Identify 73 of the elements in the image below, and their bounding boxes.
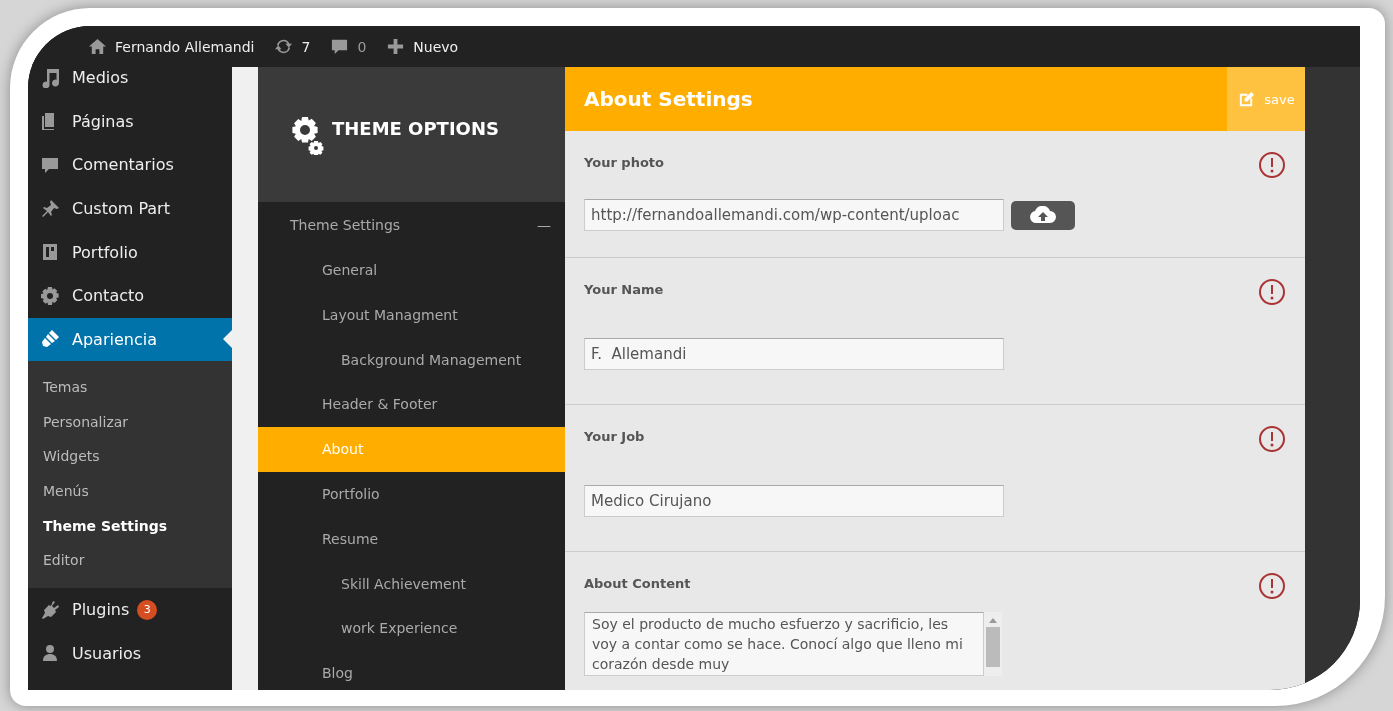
submenu-item[interactable]: Widgets <box>28 439 232 474</box>
collapse-toggle[interactable]: — <box>537 217 551 233</box>
section-label: Theme Settings <box>290 217 401 233</box>
theme-options-title: THEME OPTIONS <box>332 118 499 139</box>
submenu-item[interactable]: Temas <box>28 370 232 405</box>
site-name-link[interactable]: Fernando Allemandi <box>115 38 255 55</box>
theme-nav-item[interactable]: Blog <box>258 651 565 690</box>
textarea-field[interactable]: Soy el producto de mucho esfuerzo y sacrificio, les voy a contar como se hace. Conocí algo que lleno mi corazón desde muy <box>584 612 984 676</box>
update-count-badge: 3 <box>137 599 158 620</box>
gear-icon <box>40 285 60 306</box>
alert-icon[interactable] <box>1258 572 1286 600</box>
upload-button[interactable] <box>1011 200 1075 230</box>
theme-nav-item[interactable]: Resume <box>258 516 565 562</box>
updates-count[interactable]: 7 <box>301 38 311 55</box>
sidebar-item-label: Apariencia <box>72 329 157 349</box>
sidebar-item[interactable]: Páginas <box>28 99 232 144</box>
sidebar-item-label: Portfolio <box>72 242 138 262</box>
sidebar-item-label: Comentarios <box>72 155 174 175</box>
sidebar-item-label: Contacto <box>72 286 145 306</box>
sidebar-item-label: Páginas <box>72 111 134 131</box>
sidebar-item-label: Medios <box>72 68 129 88</box>
sidebar-item[interactable]: Custom Part <box>28 186 232 231</box>
settings-title: About Settings <box>583 87 753 111</box>
scrollbar-thumb[interactable] <box>986 627 1000 667</box>
sidebar-item[interactable]: Apariencia <box>28 317 232 362</box>
cloud-upload-icon <box>1029 206 1057 224</box>
url-input-field[interactable]: http://fernandoallemandi.com/wp-content/uploac <box>584 199 1004 231</box>
sidebar-item[interactable]: Contacto <box>28 273 232 318</box>
theme-settings-section[interactable]: Theme Settings — <box>258 202 565 248</box>
sidebar-item-label: Plugins <box>72 600 130 619</box>
music-note-icon <box>40 67 60 88</box>
sidebar-item[interactable]: Comentarios <box>28 143 232 187</box>
text-input-field[interactable]: Medico Cirujano <box>584 485 1004 517</box>
theme-nav-item[interactable]: Portfolio <box>258 472 565 517</box>
theme-nav-item[interactable]: Skill Achievement <box>258 561 565 607</box>
theme-nav-item[interactable]: work Experience <box>258 606 565 652</box>
sidebar-item[interactable]: Medios <box>28 56 232 100</box>
field-label: About Content <box>584 576 691 591</box>
user-icon <box>40 643 60 664</box>
alert-icon[interactable] <box>1258 425 1286 453</box>
submenu-item[interactable]: Theme Settings <box>28 508 232 544</box>
comments-count[interactable]: 0 <box>357 38 367 55</box>
sidebar-item-label: Usuarios <box>72 643 142 663</box>
theme-nav-item[interactable]: General <box>258 248 565 293</box>
field-label: Your Name <box>584 282 664 297</box>
alert-icon[interactable] <box>1258 278 1286 306</box>
home-icon[interactable] <box>88 37 107 56</box>
new-link[interactable]: Nuevo <box>413 38 459 55</box>
submenu-item[interactable]: Menús <box>28 473 232 509</box>
scrollbar[interactable] <box>984 612 1002 676</box>
pushpin-icon <box>40 198 60 219</box>
theme-nav-item[interactable]: Background Management <box>258 337 565 383</box>
refresh-icon[interactable] <box>274 37 294 56</box>
sidebar-item[interactable]: Plugins 3 <box>28 587 232 632</box>
sidebar-item-label: Custom Part <box>72 199 170 219</box>
paintbrush-icon <box>40 329 60 350</box>
alert-icon[interactable] <box>1258 151 1286 179</box>
plus-icon[interactable] <box>386 37 406 56</box>
speech-bubble-icon <box>40 155 60 175</box>
gears-icon <box>290 114 324 155</box>
submenu-item[interactable]: Personalizar <box>28 404 232 440</box>
plug-icon <box>40 599 60 620</box>
field-label: Your photo <box>584 155 664 170</box>
sidebar-item[interactable]: Portfolio <box>28 230 232 274</box>
field-label: Your Job <box>584 429 645 444</box>
portfolio-icon <box>40 242 60 263</box>
comment-icon[interactable] <box>330 37 350 56</box>
sidebar-item[interactable]: Usuarios <box>28 631 232 675</box>
theme-nav-item[interactable]: Layout Managment <box>258 292 565 338</box>
text-input-field[interactable]: F. Allemandi <box>584 338 1004 370</box>
edit-icon <box>1237 89 1257 109</box>
theme-nav-item[interactable]: Header & Footer <box>258 382 565 428</box>
submenu-item[interactable]: Editor <box>28 543 232 578</box>
